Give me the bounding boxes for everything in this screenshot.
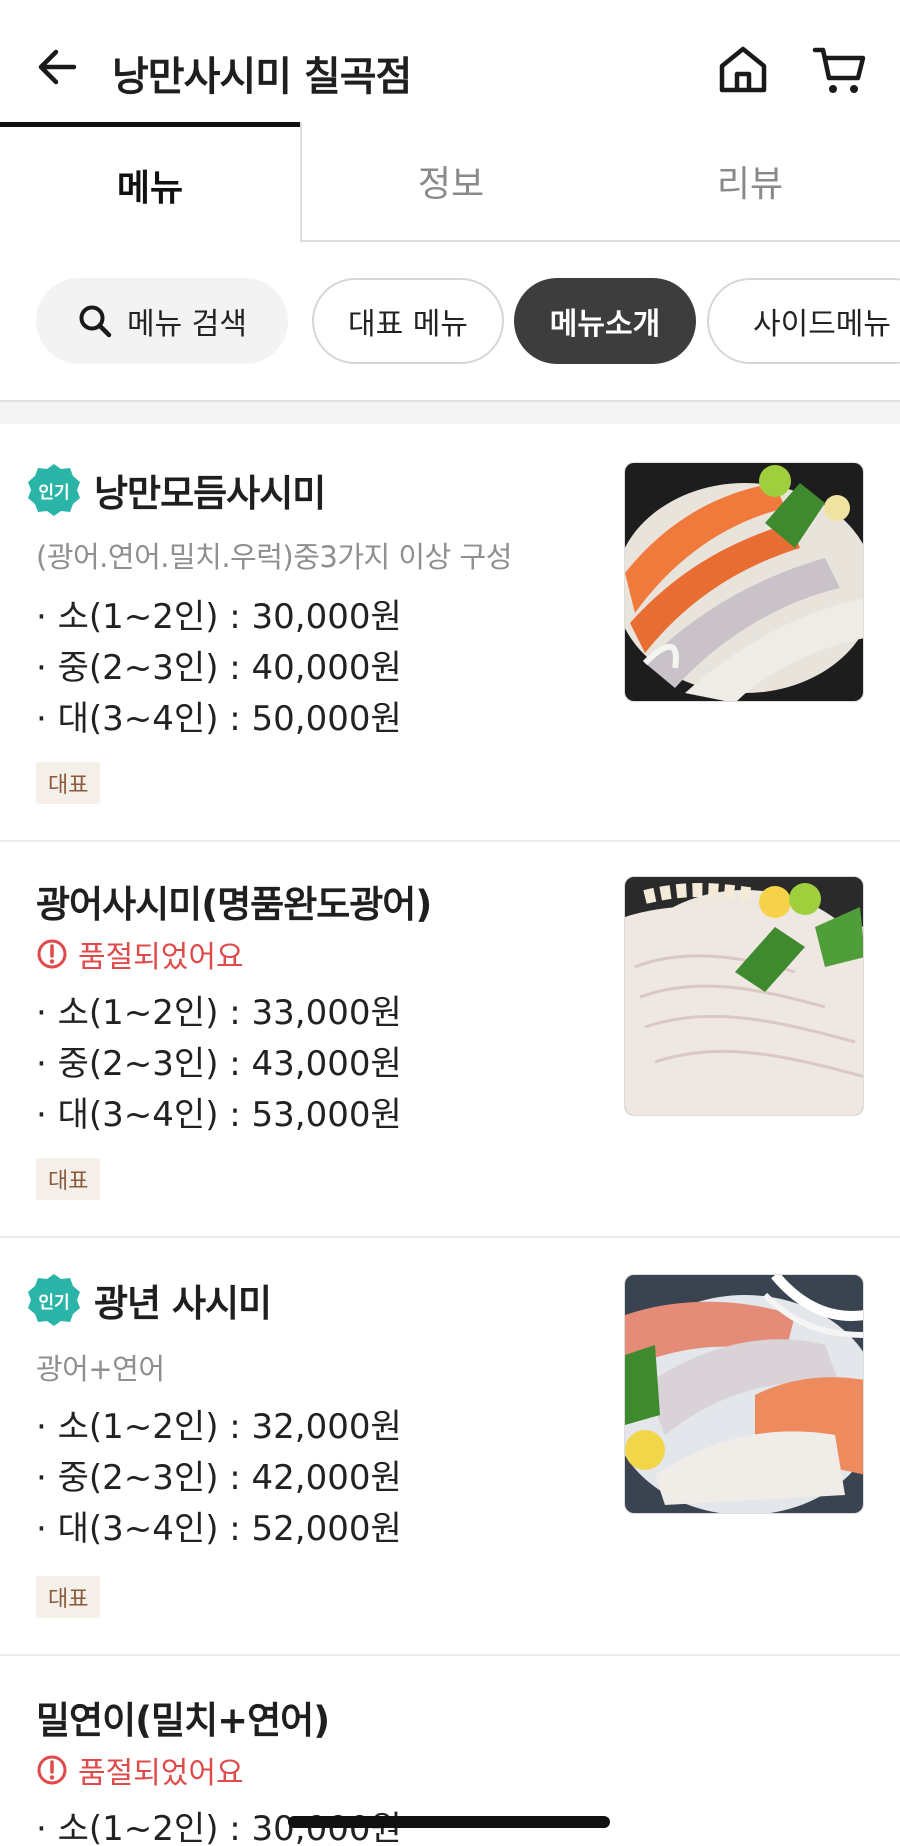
tab-info[interactable]: 정보: [300, 122, 600, 242]
price-line: · 대(3~4인) : 53,000원: [36, 1095, 402, 1135]
category-chips: 메뉴 검색 대표 메뉴 메뉴소개 사이드메뉴: [0, 276, 900, 368]
price-line: · 중(2~3인) : 43,000원: [36, 1044, 402, 1084]
chip-representative-menu[interactable]: 대표 메뉴: [312, 278, 504, 364]
cart-icon: [812, 47, 866, 93]
price-line: · 중(2~3인) : 42,000원: [36, 1458, 402, 1498]
sold-out-label: 품절되었어요: [78, 1756, 244, 1791]
menu-item-photo: [624, 1274, 864, 1514]
flatfish-sashimi-image: [625, 877, 863, 1115]
menu-item[interactable]: 광어사시미(명품완도광어) 품절되었어요 · 소(1~2인) : 33,000원…: [0, 842, 900, 1238]
price-line: · 대(3~4인) : 50,000원: [36, 699, 402, 739]
mixed-sashimi-image: [625, 1275, 863, 1513]
price-line: · 소(1~2인) : 32,000원: [36, 1407, 402, 1447]
representative-tag: 대표: [36, 1158, 101, 1200]
back-button[interactable]: [34, 42, 84, 92]
tab-review[interactable]: 리뷰: [600, 122, 900, 242]
home-icon: [719, 46, 767, 93]
sold-out-label: 품절되었어요: [78, 940, 244, 975]
menu-item-name: 광년 사시미: [94, 1282, 272, 1325]
price-line: · 소(1~2인) : 30,000원: [36, 597, 402, 637]
menu-item-name: 밀연이(밀치+연어): [36, 1699, 330, 1742]
app-header: 낭만사시미 칠곡점: [0, 0, 900, 128]
arrow-left-icon: [38, 49, 77, 85]
chip-menu-intro[interactable]: 메뉴소개: [514, 278, 696, 364]
alert-circle-icon: [37, 939, 67, 969]
menu-item-photo: [624, 876, 864, 1116]
menu-item-name: 광어사시미(명품완도광어): [36, 883, 432, 926]
sold-out-notice: 품절되었어요: [36, 1748, 244, 1792]
store-tabs: 메뉴 정보 리뷰: [0, 122, 900, 242]
price-line: · 대(3~4인) : 52,000원: [36, 1509, 402, 1549]
price-line: · 소(1~2인) : 33,000원: [36, 993, 402, 1033]
chip-side-menu[interactable]: 사이드메뉴: [707, 278, 900, 364]
cart-button[interactable]: [812, 44, 868, 96]
menu-item[interactable]: 인기 광년 사시미 광어+연어 · 소(1~2인) : 32,000원 · 중(…: [0, 1238, 900, 1656]
sashimi-platter-image: [625, 463, 863, 701]
popular-badge-label: 인기: [38, 482, 70, 503]
menu-item-description: 광어+연어: [36, 1352, 165, 1386]
alert-circle-icon: [37, 1755, 67, 1785]
popular-badge: 인기: [26, 1272, 82, 1328]
menu-search-label: 메뉴 검색: [127, 307, 247, 342]
popular-badge-label: 인기: [38, 1292, 70, 1313]
menu-item[interactable]: 인기 낭만모듬사시미 (광어.연어.밀치.우럭)중3가지 이상 구성 · 소(1…: [0, 424, 900, 842]
popular-badge: 인기: [26, 462, 82, 518]
search-icon: [79, 305, 112, 338]
menu-item-description: (광어.연어.밀치.우럭)중3가지 이상 구성: [36, 540, 512, 574]
section-divider: [0, 400, 900, 424]
sold-out-notice: 품절되었어요: [36, 932, 244, 976]
price-line: · 중(2~3인) : 40,000원: [36, 648, 402, 688]
representative-tag: 대표: [36, 762, 101, 804]
menu-item-photo: [624, 462, 864, 702]
price-list: · 소(1~2인) : 33,000원 · 중(2~3인) : 43,000원 …: [36, 988, 402, 1141]
menu-search-chip[interactable]: 메뉴 검색: [36, 278, 288, 364]
store-title: 낭만사시미 칠곡점: [112, 54, 412, 100]
price-list: · 소(1~2인) : 32,000원 · 중(2~3인) : 42,000원 …: [36, 1402, 402, 1555]
menu-item-name: 낭만모듬사시미: [94, 472, 326, 515]
home-button[interactable]: [716, 44, 770, 94]
home-indicator: [288, 1816, 610, 1828]
representative-tag: 대표: [36, 1576, 101, 1618]
price-list: · 소(1~2인) : 30,000원 · 중(2~3인) : 40,000원 …: [36, 592, 402, 745]
tab-menu[interactable]: 메뉴: [0, 122, 300, 242]
